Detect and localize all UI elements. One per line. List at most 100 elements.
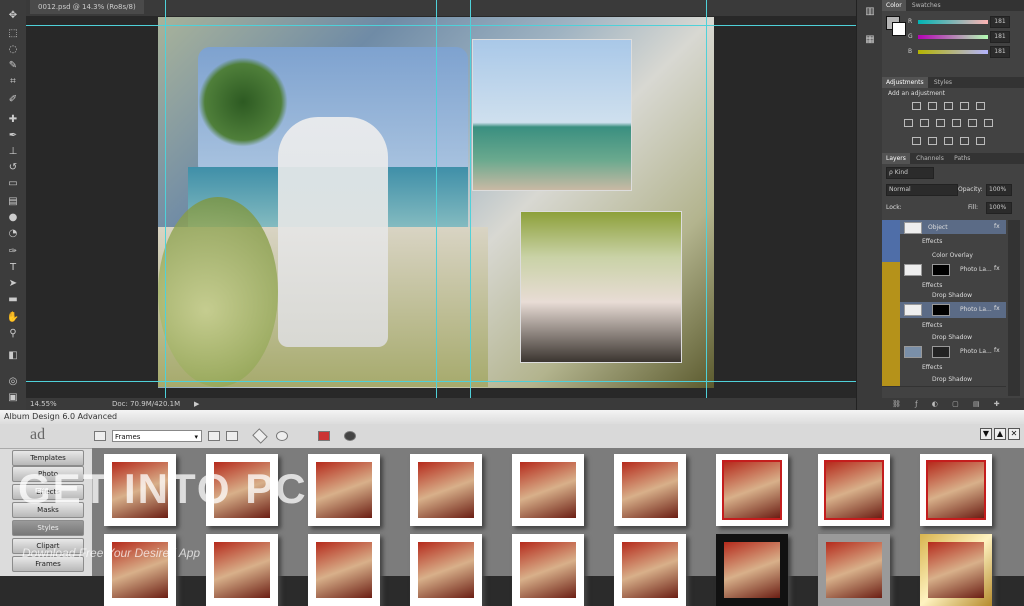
gradient-map-icon[interactable] <box>960 137 969 145</box>
eye-icon[interactable] <box>882 220 900 234</box>
channel-mixer-icon[interactable] <box>968 119 977 127</box>
guide-line[interactable] <box>470 0 471 400</box>
color-swatches-icon[interactable]: ◧ <box>6 350 20 362</box>
color-lookup-icon[interactable] <box>984 119 993 127</box>
green-slider-row[interactable]: G 181 <box>886 31 1020 43</box>
levels-adjustment-icon[interactable] <box>928 102 937 110</box>
zoom-level[interactable]: 14.55% <box>30 398 57 410</box>
layer-effect-row[interactable]: Effects <box>882 234 1006 249</box>
type-tool-icon[interactable]: T <box>6 262 20 274</box>
eye-icon[interactable] <box>882 344 900 360</box>
tab-swatches[interactable]: Swatches <box>908 0 945 11</box>
red-value-field[interactable]: 181 <box>990 16 1010 28</box>
refresh-icon[interactable] <box>276 431 288 441</box>
document-tab[interactable]: 0012.psd @ 14.3% (Ro8s/8) <box>30 0 144 14</box>
layer-effect-row[interactable]: Color Overlay <box>882 248 1006 263</box>
frame-thumbnail[interactable] <box>410 454 482 526</box>
shape-tool-icon[interactable]: ▬ <box>6 294 20 306</box>
dodge-tool-icon[interactable]: ◔ <box>6 228 20 240</box>
frame-thumbnail[interactable] <box>308 454 380 526</box>
vibrance-adjustment-icon[interactable] <box>976 102 985 110</box>
actions-panel-icon[interactable]: ▦ <box>863 34 877 46</box>
crop-tool-icon[interactable]: ⌗ <box>6 76 20 88</box>
layers-footer-icons[interactable]: ⛓ ƒ ◐ ▢ ▤ ✚ 🗑 <box>882 398 1024 420</box>
zoom-tool-icon[interactable]: ⚲ <box>6 328 20 340</box>
layer-mask-thumbnail[interactable] <box>932 304 950 316</box>
frame-thumbnail[interactable] <box>818 454 890 526</box>
fx-icon[interactable]: fx <box>994 305 1000 312</box>
frame-thumbnail[interactable] <box>716 454 788 526</box>
eye-icon[interactable] <box>882 262 900 278</box>
frame-thumbnail[interactable] <box>308 534 380 606</box>
close-button[interactable]: ✕ <box>1008 428 1020 440</box>
layer-row[interactable]: Photo La... fx <box>882 302 1006 319</box>
marquee-tool-icon[interactable]: ⬚ <box>6 28 20 40</box>
tab-styles[interactable]: Styles <box>930 77 956 88</box>
frame-thumbnail[interactable] <box>920 454 992 526</box>
layer-effect-row[interactable]: Drop Shadow <box>882 372 1006 387</box>
guide-line[interactable] <box>165 0 166 400</box>
status-arrow-icon[interactable]: ▶ <box>194 398 199 410</box>
threshold-icon[interactable] <box>944 137 953 145</box>
frame-thumbnail[interactable] <box>614 454 686 526</box>
stamp-tool-icon[interactable]: ⊥ <box>6 146 20 158</box>
open-folder-icon[interactable] <box>226 431 238 441</box>
posterize-icon[interactable] <box>928 137 937 145</box>
settings-icon[interactable] <box>344 431 356 441</box>
layer-effect-row[interactable]: Drop Shadow <box>882 330 1006 345</box>
blur-tool-icon[interactable]: ● <box>6 212 20 224</box>
category-select[interactable]: Frames ▾ <box>112 430 202 442</box>
path-select-tool-icon[interactable]: ➤ <box>6 278 20 290</box>
frame-thumbnail[interactable] <box>614 534 686 606</box>
layer-row[interactable]: Photo La... fx <box>882 262 1006 279</box>
green-value-field[interactable]: 181 <box>990 31 1010 43</box>
gradient-tool-icon[interactable]: ▤ <box>6 196 20 208</box>
fx-icon[interactable]: fx <box>994 265 1000 272</box>
tab-adjustments[interactable]: Adjustments <box>882 77 928 88</box>
quick-mask-icon[interactable]: ◎ <box>6 376 20 388</box>
layer-kind-filter[interactable]: ρ Kind <box>886 167 934 179</box>
exposure-adjustment-icon[interactable] <box>960 102 969 110</box>
gallery-view-icon[interactable] <box>94 431 106 441</box>
tab-layers[interactable]: Layers <box>882 153 910 164</box>
lasso-tool-icon[interactable]: ◌ <box>6 44 20 56</box>
layer-mask-thumbnail[interactable] <box>932 264 950 276</box>
frame-thumbnail[interactable] <box>410 534 482 606</box>
layer-row[interactable]: Photo La... fx <box>882 344 1006 361</box>
frame-thumbnail[interactable] <box>104 534 176 606</box>
frame-thumbnail[interactable] <box>920 534 992 606</box>
pen-tool-icon[interactable]: ✑ <box>6 246 20 258</box>
guide-line[interactable] <box>26 381 856 382</box>
blue-value-field[interactable]: 181 <box>990 46 1010 58</box>
photo-filter-icon[interactable] <box>952 119 961 127</box>
curves-adjustment-icon[interactable] <box>944 102 953 110</box>
fill-field[interactable]: 100% <box>986 202 1012 214</box>
screen-mode-icon[interactable]: ▣ <box>6 392 20 404</box>
move-tool-icon[interactable]: ✥ <box>6 10 20 22</box>
brush-tool-icon[interactable]: ✒ <box>6 130 20 142</box>
healing-brush-tool-icon[interactable]: ✚ <box>6 114 20 126</box>
guide-line[interactable] <box>26 25 856 26</box>
guide-line[interactable] <box>436 0 437 400</box>
fx-icon[interactable]: fx <box>994 347 1000 354</box>
frame-thumbnail[interactable] <box>512 454 584 526</box>
frame-thumbnail[interactable] <box>818 534 890 606</box>
layer-effect-row[interactable]: Drop Shadow <box>882 288 1006 303</box>
green-slider[interactable] <box>918 35 988 39</box>
frame-thumbnail[interactable] <box>512 534 584 606</box>
hand-tool-icon[interactable]: ✋ <box>6 312 20 324</box>
eyedropper-tool-icon[interactable]: ✐ <box>6 94 20 106</box>
brightness-adjustment-icon[interactable] <box>912 102 921 110</box>
guide-line[interactable] <box>706 0 707 400</box>
history-brush-tool-icon[interactable]: ↺ <box>6 162 20 174</box>
photo-layer-bride-beach[interactable] <box>472 39 632 191</box>
eye-icon[interactable] <box>882 302 900 318</box>
layer-mask-thumbnail[interactable] <box>932 346 950 358</box>
black-white-icon[interactable] <box>936 119 945 127</box>
delete-icon[interactable] <box>318 431 330 441</box>
fx-icon[interactable]: fx <box>994 223 1000 230</box>
tab-paths[interactable]: Paths <box>950 153 974 164</box>
collapse-button[interactable]: ▼ <box>980 428 992 440</box>
layers-scrollbar[interactable] <box>1008 220 1020 396</box>
blue-slider[interactable] <box>918 50 988 54</box>
